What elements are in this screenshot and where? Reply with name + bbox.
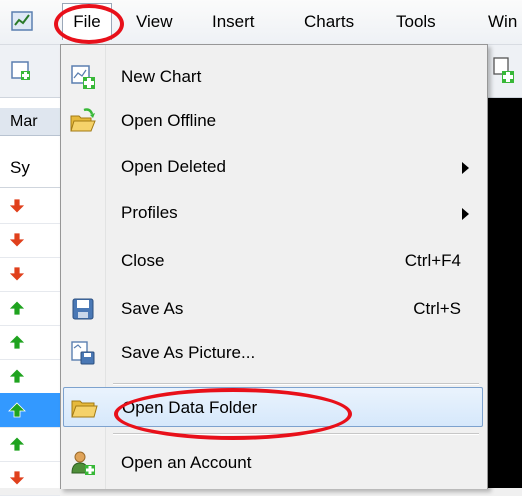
symbol-row[interactable] [0,359,60,394]
app-icon [11,11,33,31]
chart-area[interactable] [488,98,522,488]
menu-item-label: Open Offline [121,111,217,130]
menu-tools[interactable]: Tools [396,0,436,44]
arrow-up-icon [8,368,26,384]
arrow-down-icon [8,266,26,282]
arrow-up-icon [8,334,26,350]
symbol-row[interactable] [0,461,60,496]
symbol-row[interactable] [0,189,60,224]
arrow-down-icon [8,232,26,248]
menu-item-new-chart[interactable]: New Chart [63,57,483,97]
symbol-column-header[interactable]: Sy [0,148,60,188]
menu-insert[interactable]: Insert [212,0,255,44]
arrow-up-icon [8,436,26,452]
menu-separator [113,383,479,385]
menu-charts[interactable]: Charts [304,0,354,44]
menu-item-open-account[interactable]: Open an Account [63,443,483,483]
account-icon [71,451,95,475]
menu-item-save-as[interactable]: Save As Ctrl+S [63,289,483,329]
symbol-row[interactable] [0,291,60,326]
symbol-row[interactable] [0,393,60,428]
submenu-arrow-icon [462,208,469,220]
menu-item-profiles[interactable]: Profiles [63,193,483,233]
menu-item-label: New Chart [121,67,202,86]
arrow-down-icon [8,198,26,214]
profile-toolbar-icon[interactable] [492,55,516,85]
menu-view[interactable]: View [136,0,173,44]
save-icon [72,298,94,320]
file-annotation-circle [54,4,124,44]
menu-item-label: Close [121,251,165,270]
menu-item-label: Save As Picture... [121,343,256,362]
menu-item-save-as-picture[interactable]: Save As Picture... [63,333,483,373]
market-watch-title: Mar [0,108,60,136]
menu-item-open-deleted[interactable]: Open Deleted [63,147,483,187]
data-folder-icon [71,400,98,418]
menu-item-label: Save As [121,299,184,318]
menu-item-label: Open an Account [121,453,252,472]
menu-item-open-offline[interactable]: Open Offline [63,101,483,141]
menu-item-close[interactable]: Close Ctrl+F4 [63,241,483,281]
new-chart-toolbar-icon[interactable] [10,60,32,82]
save-picture-icon [71,341,95,365]
data-folder-annotation-circle [114,388,352,440]
arrow-up-icon [8,300,26,316]
menu-item-shortcut: Ctrl+F4 [404,251,461,270]
arrow-up-icon [8,402,26,418]
symbol-row[interactable] [0,223,60,258]
menu-window[interactable]: Win [488,0,522,44]
symbol-row[interactable] [0,257,60,292]
open-folder-icon [70,108,96,132]
submenu-arrow-icon [462,162,469,174]
menu-item-shortcut: Ctrl+S [413,299,461,318]
menu-item-label: Profiles [121,203,178,222]
symbol-row[interactable] [0,427,60,462]
arrow-down-icon [8,470,26,486]
symbol-row[interactable] [0,325,60,360]
menu-item-label: Open Deleted [121,157,226,176]
new-chart-icon [71,65,95,89]
